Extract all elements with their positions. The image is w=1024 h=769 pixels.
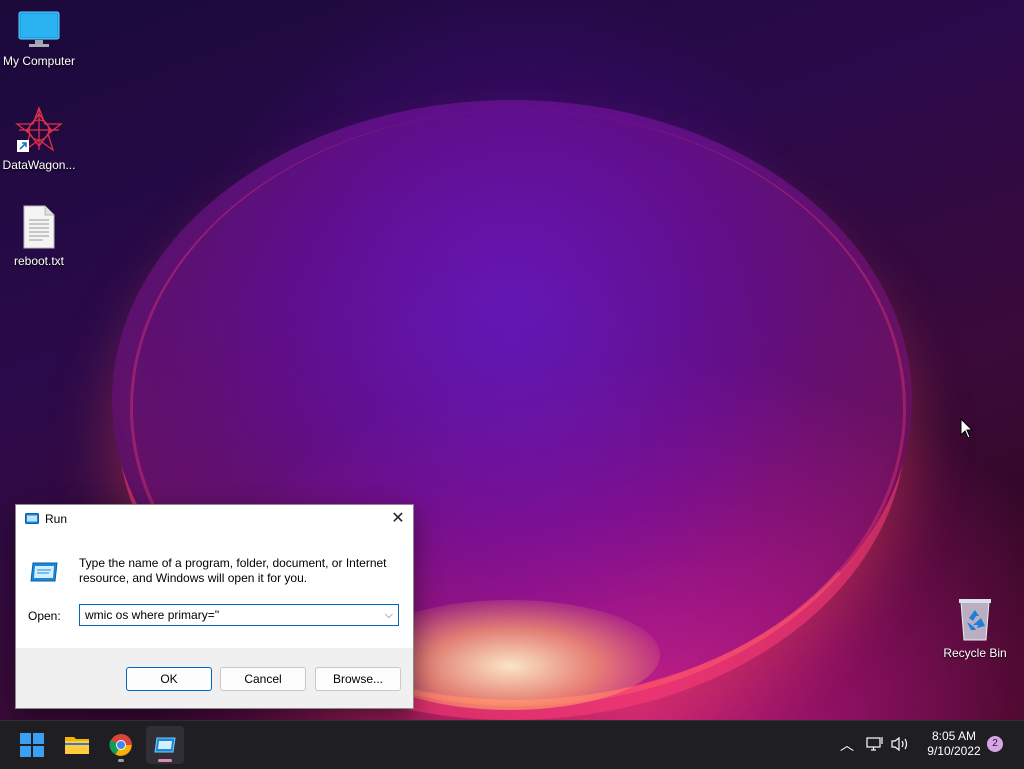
open-input-value: wmic os where primary='' <box>85 608 220 622</box>
chrome-icon <box>109 734 132 756</box>
open-label: Open: <box>28 609 61 623</box>
run-icon <box>154 737 176 753</box>
run-dialog-title: Run <box>45 512 68 526</box>
monitor-icon <box>18 11 60 47</box>
desktop-icon-datawagon[interactable]: DataWagon... <box>0 106 78 172</box>
network-icon[interactable] <box>866 736 884 752</box>
running-indicator <box>118 759 124 762</box>
chevron-up-icon[interactable]: ︿ <box>840 735 854 755</box>
datawagon-icon <box>15 106 63 152</box>
notification-badge[interactable]: 2 <box>987 736 1003 752</box>
start-button[interactable] <box>13 726 51 764</box>
close-icon[interactable]: ✕ <box>383 505 413 533</box>
desktop-icon-label: My Computer <box>2 54 76 68</box>
chevron-down-icon[interactable]: ⌵ <box>385 605 393 625</box>
file-explorer-icon <box>65 737 89 754</box>
open-input[interactable]: wmic os where primary='' ⌵ <box>79 604 399 626</box>
volume-icon[interactable] <box>890 736 910 752</box>
run-dialog-footer: OK Cancel Browse... <box>16 648 413 708</box>
desktop-icon-my-computer[interactable]: My Computer <box>0 10 78 68</box>
recycle-bin-icon <box>959 599 991 641</box>
run-dialog: Run ✕ Type the name of a program, folder… <box>15 504 414 709</box>
desktop-icon-label: DataWagon... <box>2 158 76 172</box>
run-app-icon <box>30 562 58 582</box>
run-dialog-body: Type the name of a program, folder, docu… <box>16 533 413 648</box>
desktop-icon-label: reboot.txt <box>13 254 65 268</box>
start-icon <box>20 733 44 757</box>
desktop-icon-label: Recycle Bin <box>943 646 1007 660</box>
run-dialog-description: Type the name of a program, folder, docu… <box>79 556 387 585</box>
taskbar-file-explorer[interactable] <box>58 726 96 764</box>
mouse-cursor-icon <box>960 418 974 439</box>
ok-button[interactable]: OK <box>126 667 212 691</box>
browse-button[interactable]: Browse... <box>315 667 401 691</box>
text-file-icon <box>23 205 55 249</box>
clock-date: 9/10/2022 <box>927 744 981 758</box>
running-indicator <box>158 759 172 762</box>
cancel-button[interactable]: Cancel <box>220 667 306 691</box>
desktop-icon-reboot-txt[interactable]: reboot.txt <box>0 204 78 268</box>
run-icon <box>25 513 39 524</box>
taskbar-chrome[interactable] <box>102 726 140 764</box>
clock-time: 8:05 AM <box>931 729 977 743</box>
run-dialog-titlebar[interactable]: Run ✕ <box>16 505 413 533</box>
taskbar-run[interactable] <box>146 726 184 764</box>
desktop-icon-recycle-bin[interactable]: Recycle Bin <box>936 596 1014 660</box>
taskbar-clock[interactable]: 8:05 AM 9/10/2022 <box>918 729 990 759</box>
